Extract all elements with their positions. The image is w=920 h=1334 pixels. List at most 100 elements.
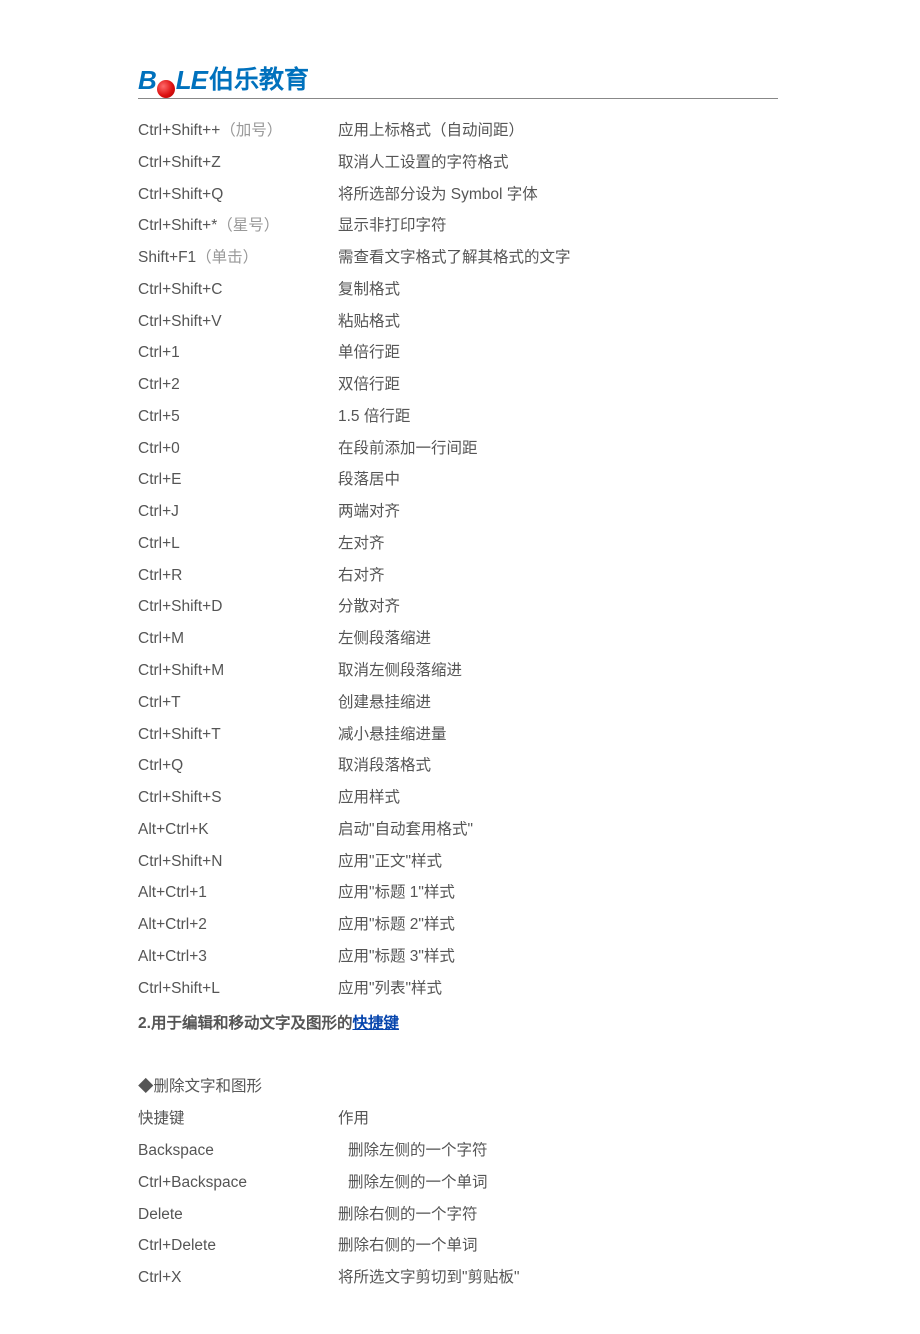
shortcut-row: Ctrl+Shift+D 分散对齐 <box>138 591 778 623</box>
shortcut-key: Ctrl+Shift+Z <box>138 147 338 179</box>
shortcut-row: Ctrl+Shift+*（星号）显示非打印字符 <box>138 210 778 242</box>
shortcut-desc: 取消人工设置的字符格式 <box>338 147 509 179</box>
shortcut-row: Ctrl+Shift+L应用"列表"样式 <box>138 973 778 1005</box>
logo-globe-icon <box>157 80 175 98</box>
shortcut-key-text: Ctrl+Shift+V <box>138 313 222 330</box>
document-page: B LE 伯乐教育 Ctrl+Shift++（加号）应用上标格式（自动间距）Ct… <box>138 60 778 1294</box>
shortcut-key: Ctrl+5 <box>138 401 338 433</box>
shortcut-row: Ctrl+L左对齐 <box>138 528 778 560</box>
shortcut-key: Ctrl+M <box>138 623 338 655</box>
shortcut-desc: 删除左侧的一个单词 <box>338 1167 488 1199</box>
shortcut-desc: 删除右侧的一个单词 <box>338 1230 478 1262</box>
shortcut-table-2: Backspace删除左侧的一个字符Ctrl+Backspace删除左侧的一个单… <box>138 1135 778 1294</box>
shortcut-desc: 分散对齐 <box>338 591 400 623</box>
shortcut-desc: 复制格式 <box>338 274 400 306</box>
shortcut-key-text: Ctrl+R <box>138 567 182 584</box>
shortcut-key-text: Alt+Ctrl+3 <box>138 948 207 965</box>
shortcut-key: Ctrl+E <box>138 464 338 496</box>
shortcut-key-text: Ctrl+Shift+Z <box>138 154 221 171</box>
shortcut-key: Ctrl+Shift+T <box>138 719 338 751</box>
shortcut-desc: 应用"正文"样式 <box>338 846 442 878</box>
shortcut-key: Alt+Ctrl+K <box>138 814 338 846</box>
shortcut-row: Shift+F1（单击）需查看文字格式了解其格式的文字 <box>138 242 778 274</box>
logo-letters-le: LE <box>176 65 207 96</box>
shortcut-key: Alt+Ctrl+2 <box>138 909 338 941</box>
shortcut-row: Ctrl+Shift+V 粘贴格式 <box>138 306 778 338</box>
shortcut-key: Ctrl+J <box>138 496 338 528</box>
shortcut-key: Ctrl+Shift+*（星号） <box>138 210 338 242</box>
shortcut-key-text: Alt+Ctrl+K <box>138 821 209 838</box>
shortcut-key-text: Ctrl+5 <box>138 408 180 425</box>
shortcut-desc: 应用上标格式（自动间距） <box>338 115 524 147</box>
table-2-header: 快捷键 作用 <box>138 1103 778 1135</box>
shortcut-key-text: Ctrl+Shift+T <box>138 726 221 743</box>
shortcut-row: Ctrl+Shift+N 应用"正文"样式 <box>138 846 778 878</box>
shortcut-key-text: Ctrl+2 <box>138 376 180 393</box>
section-2-plain: 用于编辑和移动文字及图形的 <box>151 1015 353 1032</box>
shortcut-desc: 需查看文字格式了解其格式的文字 <box>338 242 571 274</box>
shortcut-desc: 删除左侧的一个字符 <box>338 1135 488 1167</box>
shortcut-key: Ctrl+R <box>138 560 338 592</box>
shortcut-key-text: Ctrl+Shift+S <box>138 789 222 806</box>
shortcut-row: Ctrl+2 双倍行距 <box>138 369 778 401</box>
shortcut-desc: 粘贴格式 <box>338 306 400 338</box>
shortcut-key-text: Ctrl+J <box>138 503 179 520</box>
header-logo-bar: B LE 伯乐教育 <box>138 60 778 99</box>
shortcut-key: Ctrl+Shift+N <box>138 846 338 878</box>
shortcut-key: Ctrl+Backspace <box>138 1167 338 1199</box>
shortcut-row: Ctrl+Shift+T减小悬挂缩进量 <box>138 719 778 751</box>
shortcut-desc: 双倍行距 <box>338 369 400 401</box>
shortcut-key-text: Ctrl+L <box>138 535 180 552</box>
shortcut-desc: 1.5 倍行距 <box>338 401 410 433</box>
blank-line <box>138 1045 778 1071</box>
shortcut-desc: 两端对齐 <box>338 496 400 528</box>
shortcut-row: Alt+Ctrl+3应用"标题 3"样式 <box>138 941 778 973</box>
shortcut-desc: 取消左侧段落缩进 <box>338 655 462 687</box>
shortcut-key: Ctrl+Delete <box>138 1230 338 1262</box>
shortcut-key-text: Alt+Ctrl+1 <box>138 884 207 901</box>
shortcut-row: Ctrl+X将所选文字剪切到"剪贴板" <box>138 1262 778 1294</box>
shortcut-row: Ctrl+Shift+S应用样式 <box>138 782 778 814</box>
shortcut-key: Ctrl+Shift+Q <box>138 179 338 211</box>
shortcut-key-text: Ctrl+Q <box>138 757 183 774</box>
shortcut-key-text: Ctrl+Shift+D <box>138 598 222 615</box>
shortcut-row: Ctrl+Shift+Q将所选部分设为 Symbol 字体 <box>138 179 778 211</box>
shortcut-key-paren: （加号） <box>220 122 282 139</box>
section-2-link-shortcut[interactable]: 快捷键 <box>352 1015 399 1032</box>
shortcut-desc: 单倍行距 <box>338 337 400 369</box>
shortcut-row: Ctrl+R 右对齐 <box>138 560 778 592</box>
shortcut-row: Ctrl+1单倍行距 <box>138 337 778 369</box>
shortcut-desc: 应用"标题 1"样式 <box>338 877 455 909</box>
shortcut-desc: 删除右侧的一个字符 <box>338 1199 478 1231</box>
shortcut-key: Ctrl+Q <box>138 750 338 782</box>
shortcut-row: Ctrl+Delete删除右侧的一个单词 <box>138 1230 778 1262</box>
shortcut-key-text: Ctrl+M <box>138 630 184 647</box>
shortcut-key: Delete <box>138 1199 338 1231</box>
shortcut-key-text: Alt+Ctrl+2 <box>138 916 207 933</box>
subsection-delete-text-graphics: ◆删除文字和图形 <box>138 1071 778 1103</box>
shortcut-key: Ctrl+Shift+V <box>138 306 338 338</box>
shortcut-desc: 右对齐 <box>338 560 385 592</box>
shortcut-desc: 将所选文字剪切到"剪贴板" <box>338 1262 520 1294</box>
shortcut-key: Backspace <box>138 1135 338 1167</box>
shortcut-key-text: Ctrl+Shift+Q <box>138 186 223 203</box>
shortcut-key-text: Ctrl+Shift+N <box>138 853 222 870</box>
shortcut-row: Ctrl+Shift++（加号）应用上标格式（自动间距） <box>138 115 778 147</box>
shortcut-row: Ctrl+5 1.5 倍行距 <box>138 401 778 433</box>
shortcut-key-text: Ctrl+0 <box>138 440 180 457</box>
shortcut-row: Ctrl+M 左侧段落缩进 <box>138 623 778 655</box>
shortcut-key: Ctrl+X <box>138 1262 338 1294</box>
shortcut-key-text: Ctrl+Shift+M <box>138 662 224 679</box>
shortcut-row: Ctrl+T创建悬挂缩进 <box>138 687 778 719</box>
section-2-heading: 2.用于编辑和移动文字及图形的快捷键 <box>138 1004 778 1045</box>
shortcut-key: Ctrl+Shift+L <box>138 973 338 1005</box>
shortcut-key: Alt+Ctrl+3 <box>138 941 338 973</box>
shortcut-key-text: Ctrl+T <box>138 694 181 711</box>
shortcut-key: Ctrl+1 <box>138 337 338 369</box>
shortcut-desc: 取消段落格式 <box>338 750 431 782</box>
shortcut-key: Ctrl+Shift+D <box>138 591 338 623</box>
shortcut-desc: 左侧段落缩进 <box>338 623 431 655</box>
shortcut-desc: 启动"自动套用格式" <box>338 814 473 846</box>
shortcut-key: Ctrl+T <box>138 687 338 719</box>
shortcut-row: Backspace删除左侧的一个字符 <box>138 1135 778 1167</box>
